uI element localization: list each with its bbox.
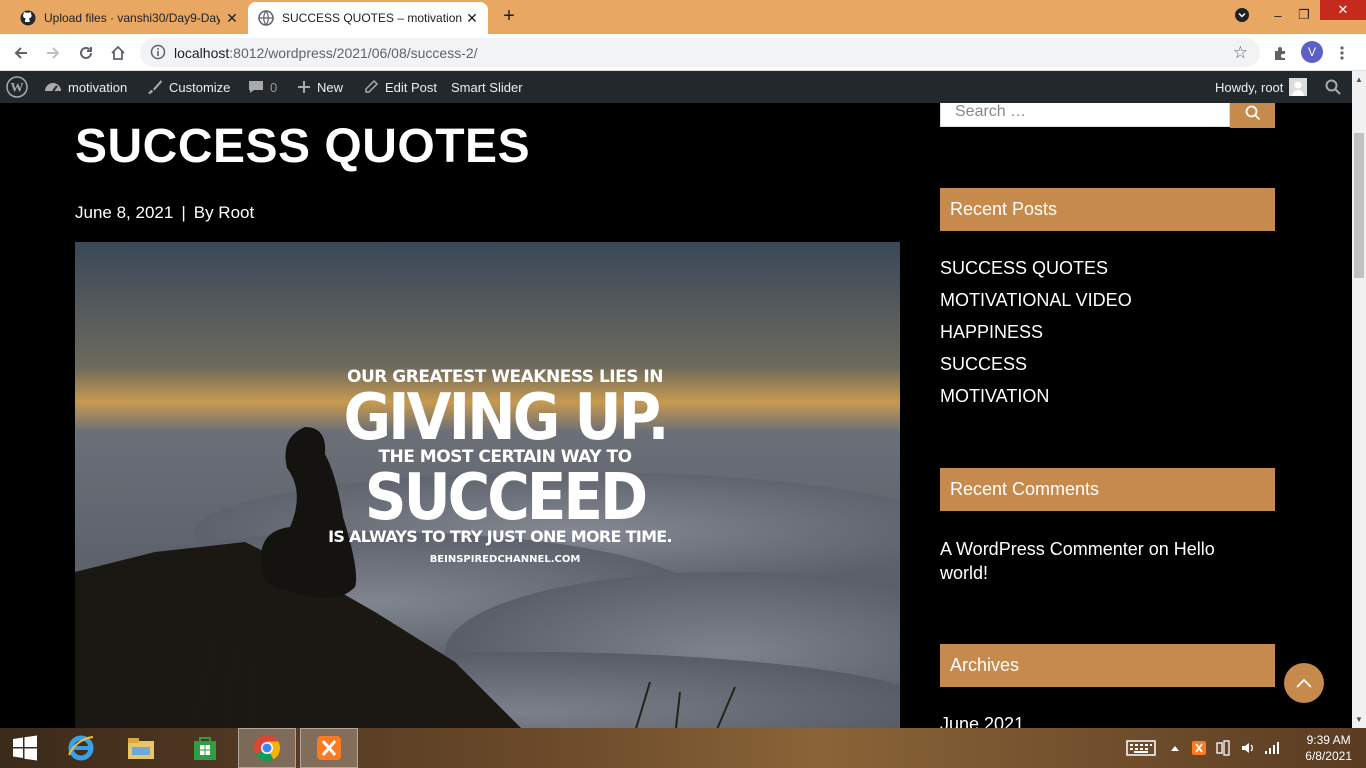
clock-date: 6/8/2021: [1305, 749, 1352, 763]
brush-icon: [148, 80, 162, 94]
windows-taskbar: 9:39 AM 6/8/2021: [0, 728, 1366, 768]
archives-heading: Archives: [940, 644, 1275, 687]
quote-line-2: GIVING UP.: [343, 379, 670, 455]
globe-icon: [258, 10, 274, 26]
keyboard-icon[interactable]: [1126, 728, 1156, 768]
browser-tab-strip: Upload files · vanshi30/Day9-Day ✕ SUCCE…: [0, 0, 1366, 34]
recent-comment-link[interactable]: A WordPress Commenter on Hello world!: [940, 537, 1260, 585]
search-icon: [1245, 105, 1260, 120]
clock-time: 9:39 AM: [1306, 733, 1351, 747]
xampp-icon[interactable]: [300, 728, 358, 768]
recent-post-link[interactable]: SUCCESS QUOTES: [940, 258, 1108, 279]
tab-success-quotes[interactable]: SUCCESS QUOTES – motivation ✕: [248, 2, 488, 34]
post-date-link[interactable]: June 8, 2021: [75, 203, 173, 222]
menu-kebab-icon[interactable]: [1329, 40, 1355, 66]
post-author-link[interactable]: By Root: [194, 203, 254, 222]
show-hidden-icons-icon[interactable]: [1170, 728, 1180, 768]
smart-slider-link[interactable]: Smart Slider: [451, 71, 523, 103]
device-icon[interactable]: [1216, 728, 1230, 768]
chrome-icon[interactable]: [238, 728, 296, 768]
site-name-link[interactable]: motivation: [44, 71, 127, 103]
smart-slider-label: Smart Slider: [451, 79, 523, 95]
profile-avatar[interactable]: V: [1301, 41, 1323, 63]
url-text[interactable]: localhost:8012/wordpress/2021/06/08/succ…: [174, 45, 478, 61]
tab-search-icon[interactable]: [1226, 0, 1258, 30]
scroll-up-icon[interactable]: ▲: [1355, 75, 1363, 84]
featured-image: OUR GREATEST WEAKNESS LIES IN GIVING UP.…: [75, 242, 900, 728]
close-tab-icon[interactable]: ✕: [224, 10, 240, 26]
chevron-up-icon: [1296, 678, 1312, 688]
reload-button[interactable]: [73, 40, 99, 66]
recent-post-link[interactable]: SUCCESS: [940, 354, 1027, 375]
scroll-down-icon[interactable]: ▼: [1355, 715, 1363, 724]
restore-button[interactable]: ❐: [1288, 0, 1320, 30]
quote-overlay: OUR GREATEST WEAKNESS LIES IN GIVING UP.…: [328, 367, 675, 565]
recent-post-link[interactable]: HAPPINESS: [940, 322, 1043, 343]
edit-post-link[interactable]: Edit Post: [363, 71, 437, 103]
windows-logo-icon: [13, 735, 37, 761]
comments-count: 0: [270, 79, 278, 95]
store-icon[interactable]: [176, 728, 234, 768]
pencil-icon: [365, 79, 379, 93]
search-placeholder: Search …: [955, 103, 1027, 120]
customize-label: Customize: [169, 79, 231, 95]
search-submit-button[interactable]: [1230, 103, 1275, 128]
browser-toolbar: localhost:8012/wordpress/2021/06/08/succ…: [0, 34, 1366, 71]
edit-post-label: Edit Post: [385, 79, 438, 95]
scroll-to-top-button[interactable]: [1284, 663, 1324, 703]
vertical-scrollbar[interactable]: ▲ ▼: [1352, 71, 1366, 728]
post-meta: June 8, 2021 | By Root: [75, 203, 254, 223]
dashboard-icon: [45, 83, 61, 92]
system-clock[interactable]: 9:39 AM 6/8/2021: [1305, 732, 1352, 764]
file-explorer-icon[interactable]: [112, 728, 170, 768]
bookmark-star-icon[interactable]: ☆: [1233, 43, 1248, 63]
back-button[interactable]: [8, 40, 34, 66]
search-input[interactable]: Search …: [940, 103, 1230, 127]
svg-text:W: W: [11, 80, 24, 95]
quote-line-6: BEINSPIREDCHANNEL.COM: [429, 554, 581, 565]
forward-button[interactable]: [40, 40, 66, 66]
my-account-link[interactable]: Howdy, root: [1215, 71, 1308, 103]
new-tab-button[interactable]: +: [498, 6, 520, 28]
xampp-tray-icon[interactable]: [1192, 728, 1206, 768]
extensions-icon[interactable]: [1267, 40, 1293, 66]
recent-posts-heading: Recent Posts: [940, 188, 1275, 231]
post-title: SUCCESS QUOTES: [75, 120, 531, 173]
wp-admin-bar: W motivation Customize 0 New Edit Post S…: [0, 71, 1352, 103]
howdy-label: Howdy, root: [1215, 79, 1284, 95]
tab-title: SUCCESS QUOTES – motivation: [282, 11, 462, 25]
recent-comments-heading: Recent Comments: [940, 468, 1275, 511]
network-signal-icon[interactable]: [1264, 728, 1280, 768]
site-name-label: motivation: [68, 79, 128, 95]
user-avatar: [1289, 78, 1308, 96]
scrollbar-thumb[interactable]: [1354, 133, 1364, 278]
new-content-link[interactable]: New: [297, 71, 343, 103]
home-button[interactable]: [105, 40, 131, 66]
quote-line-4: SUCCEED: [364, 459, 648, 535]
tab-title: Upload files · vanshi30/Day9-Day: [44, 11, 220, 25]
wordpress-logo-icon[interactable]: W: [6, 71, 28, 103]
comment-bubble-icon: [249, 81, 263, 93]
new-label: New: [317, 79, 344, 95]
page-content: SUCCESS QUOTES June 8, 2021 | By Root OU…: [0, 103, 1352, 728]
url-path: :8012/wordpress/2021/06/08/success-2/: [229, 45, 478, 61]
search-icon[interactable]: [1325, 71, 1341, 103]
start-button[interactable]: [0, 728, 50, 768]
archive-link[interactable]: June 2021: [940, 714, 1024, 728]
tab-upload-files[interactable]: Upload files · vanshi30/Day9-Day ✕: [12, 2, 248, 34]
internet-explorer-icon[interactable]: [52, 728, 110, 768]
recent-post-link[interactable]: MOTIVATIONAL VIDEO: [940, 290, 1132, 311]
meta-separator: |: [181, 203, 186, 222]
address-bar[interactable]: localhost:8012/wordpress/2021/06/08/succ…: [140, 38, 1260, 67]
window-close-button[interactable]: ✕: [1320, 0, 1366, 20]
info-icon[interactable]: [150, 44, 166, 65]
close-tab-icon[interactable]: ✕: [464, 10, 480, 26]
url-host: localhost: [174, 45, 230, 61]
comments-link[interactable]: 0: [248, 71, 277, 103]
customize-link[interactable]: Customize: [147, 71, 230, 103]
github-icon: [20, 10, 36, 26]
volume-icon[interactable]: [1241, 728, 1255, 768]
recent-post-link[interactable]: MOTIVATION: [940, 386, 1049, 407]
plus-icon: [298, 81, 310, 93]
